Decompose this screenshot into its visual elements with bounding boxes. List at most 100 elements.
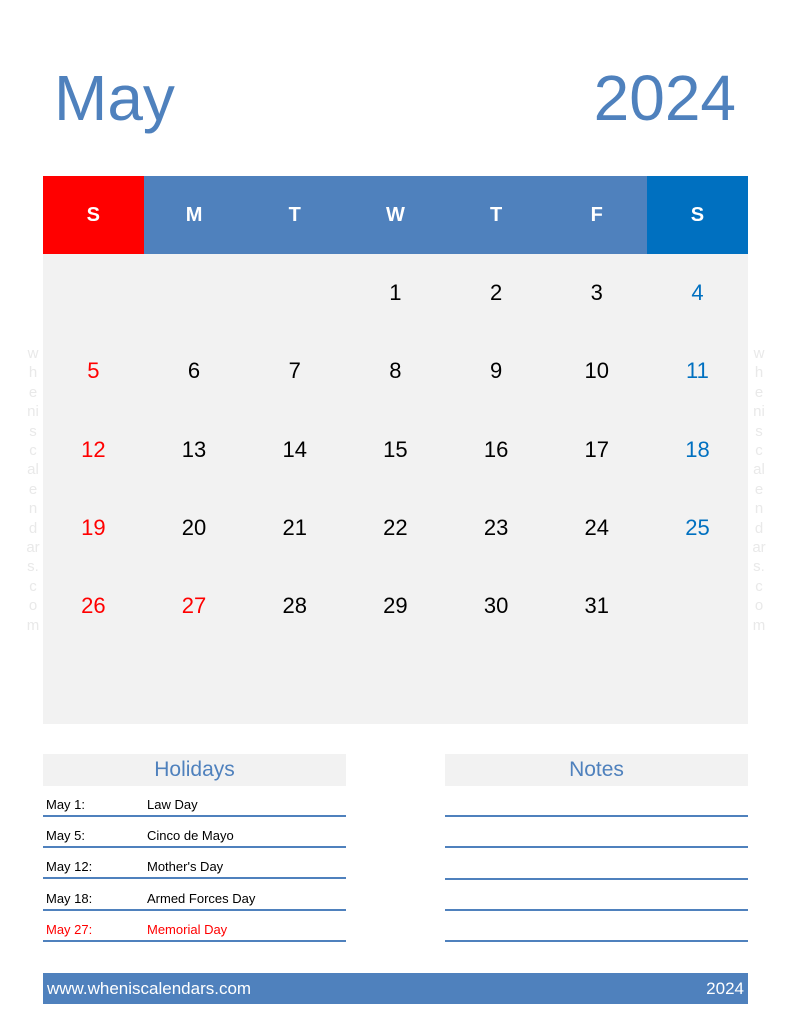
holidays-title: Holidays: [43, 754, 346, 786]
day-cell[interactable]: 18: [647, 411, 748, 489]
watermark-letter: d: [754, 519, 764, 537]
year-title: 2024: [593, 62, 736, 134]
day-cell[interactable]: 11: [647, 332, 748, 410]
week-row: [43, 645, 748, 723]
day-cell[interactable]: 23: [446, 489, 547, 567]
empty-day-cell: [144, 254, 245, 332]
day-cell[interactable]: 29: [345, 567, 446, 645]
day-cell[interactable]: 2: [446, 254, 547, 332]
watermark-right: w h e ni s c al e n d ar s. c o m: [750, 344, 768, 635]
day-cell[interactable]: 3: [546, 254, 647, 332]
day-cell[interactable]: 1: [345, 254, 446, 332]
holiday-name: Mother's Day: [147, 859, 224, 875]
watermark-letter: c: [755, 442, 763, 460]
day-cell[interactable]: 22: [345, 489, 446, 567]
day-cell[interactable]: 17: [546, 411, 647, 489]
holiday-name: Law Day: [147, 797, 198, 812]
empty-day-cell: [345, 645, 446, 723]
day-cell[interactable]: 26: [43, 567, 144, 645]
week-row: 19 20 21 22 23 24 25: [43, 489, 748, 567]
watermark-letter: c: [755, 577, 763, 595]
calendar-grid: 1 2 3 4 5 6 7 8 9 10 11 12 13 14 15 16 17 18 19 20 21 22 23 24 2…: [43, 254, 748, 724]
footer-website[interactable]: www.wheniscalendars.com: [47, 979, 251, 999]
holiday-date: May 5:: [46, 828, 86, 844]
watermark-letter: n: [28, 500, 38, 518]
notes-title: Notes: [445, 754, 748, 786]
watermark-letter: e: [754, 480, 764, 498]
day-cell[interactable]: 16: [446, 411, 547, 489]
holiday-date: May 1:: [46, 797, 86, 812]
watermark-letter: h: [28, 364, 38, 382]
day-cell[interactable]: 6: [144, 332, 245, 410]
empty-day-cell: [43, 645, 144, 723]
day-cell[interactable]: 4: [647, 254, 748, 332]
watermark-letter: s: [29, 422, 37, 440]
holidays-list: May 1: Law Day May 5: Cinco de Mayo May 12: M…: [43, 786, 346, 942]
day-cell[interactable]: 15: [345, 411, 446, 489]
day-cell[interactable]: 25: [647, 489, 748, 567]
weekday-thursday: T: [445, 176, 547, 254]
day-cell[interactable]: 21: [244, 489, 345, 567]
holiday-row: May 1: Law Day: [43, 786, 346, 817]
holiday-date: May 18:: [46, 890, 93, 906]
notes-list: [445, 786, 748, 942]
day-cell[interactable]: 7: [244, 332, 345, 410]
footer-bar: www.wheniscalendars.com 2024: [43, 973, 748, 1004]
watermark-letter: s.: [27, 558, 39, 576]
empty-day-cell: [144, 645, 245, 723]
note-line[interactable]: [445, 786, 748, 818]
empty-day-cell: [647, 567, 748, 645]
watermark-letter: ar: [26, 539, 40, 557]
day-cell[interactable]: 9: [446, 332, 547, 410]
note-line[interactable]: [445, 880, 748, 911]
note-line[interactable]: [445, 911, 748, 942]
holiday-row: May 27: Memorial Day: [43, 911, 346, 942]
holiday-name: Cinco de Mayo: [147, 828, 234, 844]
watermark-letter: w: [753, 345, 765, 362]
watermark-letter: o: [28, 597, 38, 615]
note-line[interactable]: [445, 817, 748, 849]
day-cell[interactable]: 10: [546, 332, 647, 410]
empty-day-cell: [244, 645, 345, 723]
week-row: 26 27 28 29 30 31: [43, 567, 748, 645]
note-line[interactable]: [445, 848, 748, 880]
day-cell[interactable]: 19: [43, 489, 144, 567]
day-cell[interactable]: 30: [446, 567, 547, 645]
day-cell[interactable]: 12: [43, 411, 144, 489]
watermark-letter: ni: [27, 403, 39, 421]
watermark-letter: e: [28, 480, 38, 498]
watermark-letter: s.: [753, 558, 765, 576]
day-cell[interactable]: 8: [345, 332, 446, 410]
day-cell[interactable]: 14: [244, 411, 345, 489]
week-row: 12 13 14 15 16 17 18: [43, 411, 748, 489]
watermark-letter: e: [754, 383, 764, 401]
weekday-header: S M T W T F S: [43, 176, 748, 254]
watermark-letter: ni: [753, 403, 765, 421]
watermark-letter: m: [26, 616, 40, 634]
day-cell[interactable]: 5: [43, 332, 144, 410]
watermark-letter: al: [753, 461, 765, 479]
watermark-letter: o: [754, 597, 764, 615]
watermark-letter: n: [754, 500, 764, 518]
weekday-wednesday: W: [345, 176, 446, 254]
empty-day-cell: [546, 645, 647, 723]
day-cell[interactable]: 31: [546, 567, 647, 645]
watermark-letter: c: [29, 442, 37, 460]
watermark-left: w h e ni s c al e n d ar s. c o m: [24, 344, 42, 635]
week-row: 1234: [43, 254, 748, 332]
holiday-name: Memorial Day: [147, 921, 228, 937]
day-cell[interactable]: 27: [144, 567, 245, 645]
empty-day-cell: [446, 645, 547, 723]
month-title: May: [54, 62, 175, 134]
watermark-letter: h: [754, 364, 764, 382]
day-cell[interactable]: 13: [144, 411, 245, 489]
day-cell[interactable]: 24: [546, 489, 647, 567]
holiday-date: May 12:: [46, 859, 93, 875]
weekday-tuesday: T: [244, 176, 346, 254]
empty-day-cell: [647, 645, 748, 723]
day-cell[interactable]: 28: [244, 567, 345, 645]
watermark-letter: w: [27, 345, 39, 362]
day-cell[interactable]: 20: [144, 489, 245, 567]
watermark-letter: e: [28, 383, 38, 401]
holiday-row: May 12: Mother's Day: [43, 848, 346, 880]
